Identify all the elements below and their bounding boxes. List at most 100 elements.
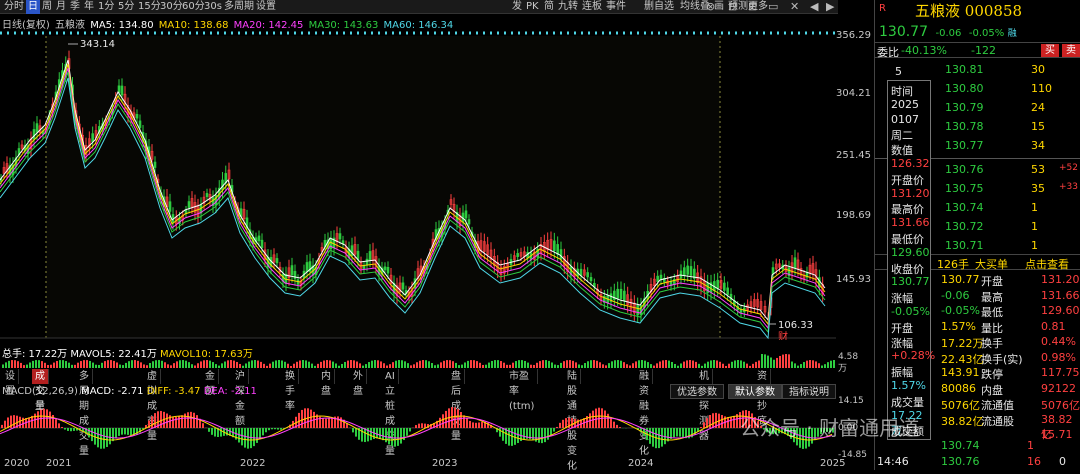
indicator-tab[interactable]: 市盈率(ttm) [506,369,539,412]
grid-icon[interactable]: ⊞ [748,0,757,13]
sell-price: 130.79 [945,101,984,114]
stock-code: 000858 [964,2,1023,20]
volume-bar [443,360,445,368]
indicator-tab[interactable]: 沪深金额 [232,369,249,427]
indicator-tab[interactable]: 陆股通持股变化 [564,369,581,472]
indicator-tab[interactable]: 外盘 [350,369,367,397]
volume-bar [638,360,640,368]
volume-bar [779,355,781,368]
volume-bar [773,359,775,368]
period-tab[interactable]: 季 [68,0,82,14]
volume-bar [548,360,550,368]
candle-body [659,274,663,281]
volume-bar [425,360,427,368]
candle-body [32,129,36,140]
trade-tick-row: 14:46 130.76 16 0 [875,454,1080,470]
arrow-left-icon[interactable]: ◀ [810,0,818,13]
volume-bar [359,363,361,368]
indicator-tab[interactable]: 虚拟成交量 [144,369,161,442]
arrow-right-icon[interactable]: ▶ [826,0,834,13]
indicator-tab[interactable]: 金额 [202,369,219,397]
toolbar-tool[interactable]: PK [524,0,541,14]
volume-bar [146,365,148,368]
volume-bar [455,362,457,368]
volume-bar [176,361,178,368]
toolbar-tool[interactable]: 简 [542,0,556,14]
volume-chart[interactable] [0,354,836,368]
period-tab[interactable]: 多周期 [222,0,256,14]
volume-bar [101,362,103,368]
indicator-tab[interactable]: 多周期成交量 [76,369,93,457]
macd-option-button[interactable]: 默认参数 [728,384,782,399]
volume-bar [647,362,649,368]
volume-bar [608,363,610,368]
volume-bar [794,363,796,368]
candle-body [586,272,589,278]
volume-bar [812,360,814,368]
macd-option-button[interactable]: 指标说明 [782,384,836,399]
macd-label: MACD(12,26,9) [2,386,78,397]
volume-bar [641,360,643,368]
indicator-tab[interactable]: 盘后成交量 [448,369,465,442]
buy-button[interactable]: 买 [1041,44,1059,57]
r-badge: R [879,3,886,14]
indicator-tab[interactable]: AI立桩成交量 [382,369,399,457]
volume-bar [722,363,724,368]
indicator-tab[interactable]: 机构探测器 [696,369,713,442]
volume-bar [656,363,658,368]
period-tab[interactable]: 年 [82,0,96,14]
high-price-label: 343.14 [80,39,115,50]
settings-icon[interactable]: ⊗ [706,0,715,13]
volume-bar [446,360,448,368]
indicator-tab[interactable]: 成交量 [32,369,49,412]
toolbar-tool[interactable]: 连板 [580,0,604,14]
toolbar-tool[interactable]: 九转 [556,0,580,14]
period-tab[interactable]: 日 [26,0,40,14]
period-tab[interactable]: 周 [40,0,54,14]
trade-volume: 1 [1027,439,1034,452]
macd-option-button[interactable]: 优选参数 [670,384,724,399]
margin-tag: 融 [1007,29,1017,39]
period-tab[interactable]: 月 [54,0,68,14]
toolbar-tool[interactable]: 事件 [604,0,628,14]
indicator-tab[interactable]: 换手率 [282,369,299,412]
candle-body [305,262,309,272]
volume-bar [782,354,784,368]
candle-body [205,193,209,197]
period-tab[interactable]: 5分 [116,0,136,14]
big-order-link[interactable]: 点击查看 [1025,256,1069,272]
volume-bar [428,361,430,368]
indicator-tab[interactable]: 融资融券变化 [636,369,653,457]
volume-bar [230,360,232,368]
period-tab[interactable]: 1分 [96,0,116,14]
toolbar-tool[interactable]: 发 [510,0,524,14]
indicator-tab[interactable]: 内盘 [318,369,335,397]
volume-bar [800,364,802,368]
candle-body [383,266,387,271]
toolbar-tool[interactable]: 删自选 [642,0,676,14]
stat-value-right: 0.81 [1041,319,1066,333]
pin-icon[interactable]: ✕ [790,0,799,13]
period-tab[interactable]: 30s [202,0,224,14]
indicator-tab[interactable]: 设置 [2,369,19,397]
macd-chart[interactable] [0,400,836,457]
volume-bar [743,361,745,368]
lock-icon[interactable]: ⊟ [728,0,737,13]
kline-chart[interactable]: 343.14 106.33财 [0,30,836,340]
stat-value-left: -0.05% [941,304,980,317]
volume-bar [713,360,715,368]
layout-icon[interactable]: ▭ [768,0,778,13]
volume-bar [731,361,733,368]
sell-button[interactable]: 卖 [1062,44,1080,57]
volume-bar [197,363,199,368]
period-tab[interactable]: 分时 [2,0,26,14]
period-tab[interactable]: 设置 [254,0,278,14]
sell-level-row[interactable]: 130.81 30 [875,62,1080,78]
price-tick: 251.45 [836,150,871,161]
volume-bar [350,360,352,368]
indicator-tab[interactable]: 资金抄底 [754,369,771,427]
volume-bar [704,363,706,368]
volume-bar [449,360,451,368]
tooltip-line: 振幅 [891,366,913,380]
volume-bar [566,360,568,368]
